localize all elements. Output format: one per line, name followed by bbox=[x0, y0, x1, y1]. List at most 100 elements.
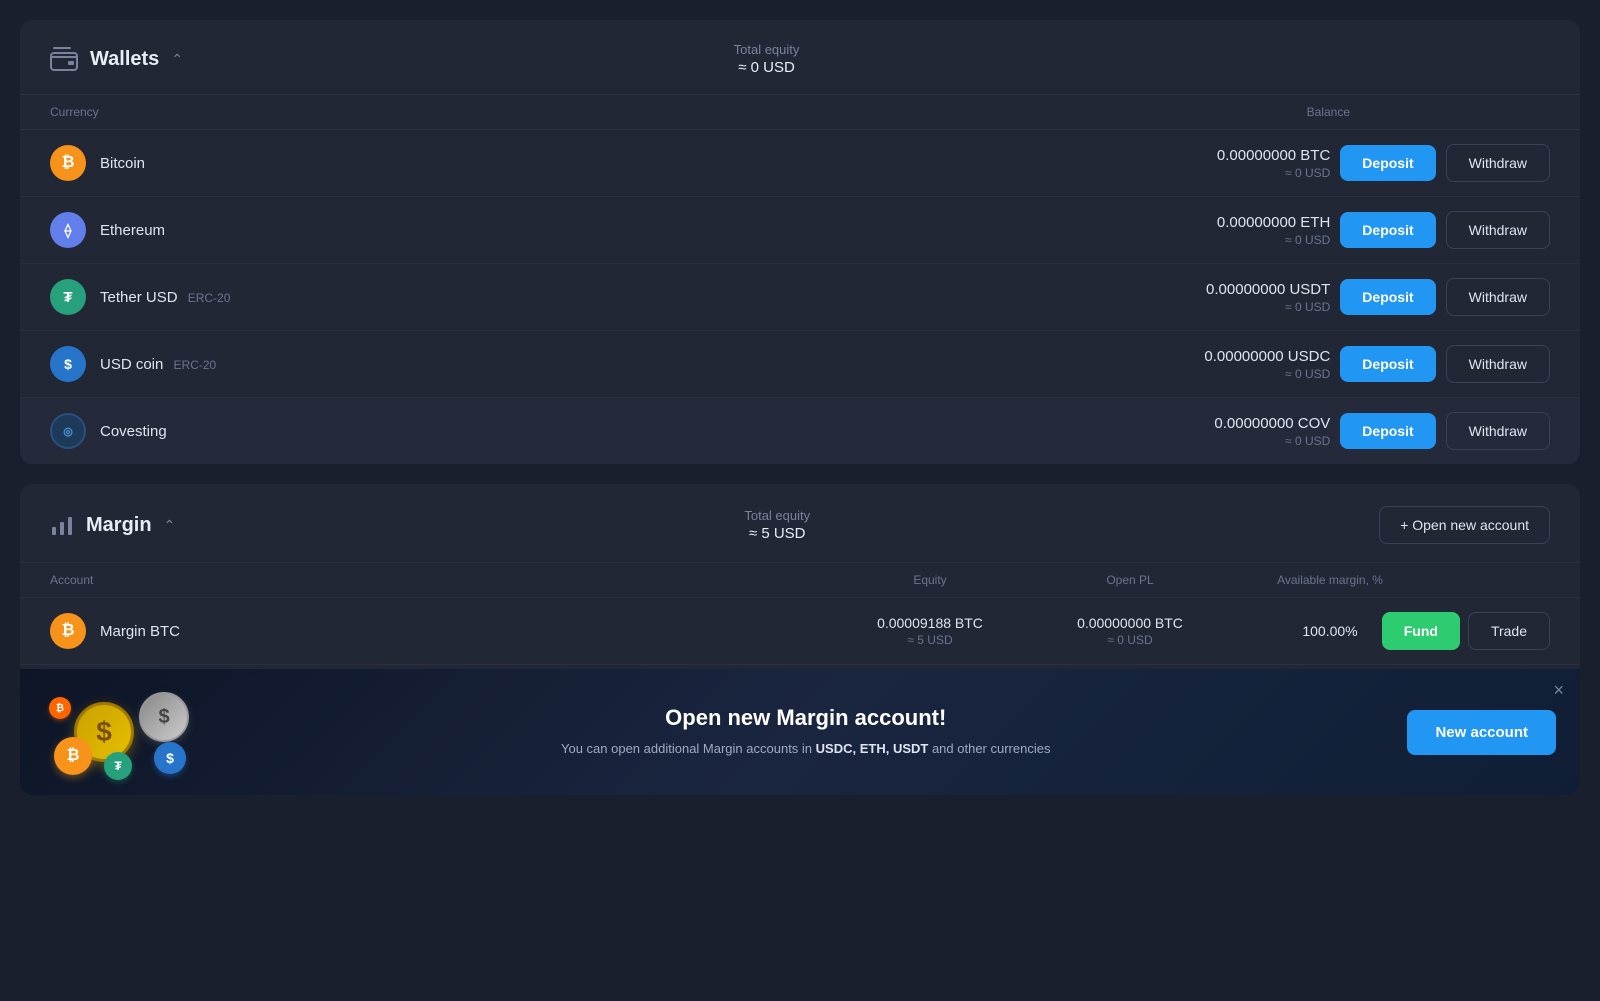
cov-deposit-button[interactable]: Deposit bbox=[1340, 413, 1435, 449]
promo-currencies: USDC, ETH, USDT bbox=[816, 741, 929, 756]
usdt-icon: ₮ bbox=[50, 279, 86, 315]
usdt-deposit-button[interactable]: Deposit bbox=[1340, 279, 1435, 315]
table-row: ⟠ Ethereum 0.00000000 ETH ≈ 0 USD Deposi… bbox=[20, 197, 1580, 264]
promo-banner: × ₿ $ $ ₿ $ ₮ Open new Margin account! Y… bbox=[20, 669, 1580, 795]
margin-btc-trade-button[interactable]: Trade bbox=[1468, 612, 1550, 650]
wallets-table-header: Currency Balance bbox=[20, 95, 1580, 130]
usdc-balance-main: 0.00000000 USDC bbox=[1204, 348, 1330, 365]
table-row: $ USD coin ERC-20 0.00000000 USDC ≈ 0 US… bbox=[20, 331, 1580, 398]
margin-col-actions bbox=[1430, 573, 1550, 587]
margin-header: Margin ⌃ Total equity ≈ 5 USD + Open new… bbox=[20, 484, 1580, 563]
eth-balance-main: 0.00000000 ETH bbox=[1217, 214, 1330, 231]
eth-withdraw-button[interactable]: Withdraw bbox=[1446, 211, 1550, 249]
currency-info-eth: ⟠ Ethereum bbox=[50, 212, 1201, 248]
eth-actions: 0.00000000 ETH ≈ 0 USD Deposit Withdraw bbox=[1217, 211, 1550, 249]
margin-title: Margin bbox=[86, 514, 152, 537]
promo-close-button[interactable]: × bbox=[1553, 681, 1564, 699]
margin-btc-equity: 0.00009188 BTC ≈ 5 USD bbox=[830, 615, 1030, 647]
new-account-button[interactable]: New account bbox=[1407, 710, 1556, 755]
wallet-icon bbox=[50, 47, 78, 71]
margin-btc-icon: ₿ bbox=[50, 613, 86, 649]
currency-name-eth: Ethereum bbox=[100, 222, 165, 239]
usdt-actions: 0.00000000 USDT ≈ 0 USD Deposit Withdraw bbox=[1206, 278, 1550, 316]
margin-header-left: Margin ⌃ bbox=[50, 513, 175, 537]
margin-icon bbox=[50, 513, 74, 537]
coin-silver-icon: $ bbox=[139, 692, 189, 742]
btc-balance: 0.00000000 BTC ≈ 0 USD bbox=[1217, 147, 1330, 180]
table-row: ₿ Bitcoin 0.00000000 BTC ≈ 0 USD Deposit… bbox=[20, 130, 1580, 197]
currency-name-usdt: Tether USD ERC-20 bbox=[100, 289, 230, 306]
cov-balance-main: 0.00000000 COV bbox=[1214, 415, 1330, 432]
eth-deposit-button[interactable]: Deposit bbox=[1340, 212, 1435, 248]
btc-balance-main: 0.00000000 BTC bbox=[1217, 147, 1330, 164]
usdc-icon: $ bbox=[50, 346, 86, 382]
wallets-equity-value: ≈ 0 USD bbox=[734, 59, 800, 76]
margin-btc-info: ₿ Margin BTC bbox=[50, 613, 830, 649]
wallets-equity-label: Total equity bbox=[734, 42, 800, 57]
wallets-header: Wallets ⌃ Total equity ≈ 0 USD bbox=[20, 20, 1580, 95]
usdt-balance: 0.00000000 USDT ≈ 0 USD bbox=[1206, 281, 1330, 314]
margin-btc-pl-main: 0.00000000 BTC bbox=[1030, 615, 1230, 631]
wallets-equity-center: Total equity ≈ 0 USD bbox=[734, 42, 800, 76]
wallets-col-balance: Balance bbox=[1307, 105, 1550, 119]
currency-name-btc: Bitcoin bbox=[100, 155, 145, 172]
margin-table-header: Account Equity Open PL Available margin,… bbox=[20, 563, 1580, 598]
open-new-account-button[interactable]: + Open new account bbox=[1379, 506, 1550, 544]
margin-equity-center: Total equity ≈ 5 USD bbox=[744, 508, 810, 542]
cov-balance: 0.00000000 COV ≈ 0 USD bbox=[1214, 415, 1330, 448]
margin-col-account: Account bbox=[50, 573, 830, 587]
wallets-header-left: Wallets ⌃ bbox=[50, 47, 183, 71]
table-row: ₿ Margin BTC 0.00009188 BTC ≈ 5 USD 0.00… bbox=[20, 598, 1580, 665]
currency-name-cov: Covesting bbox=[100, 423, 167, 440]
btc-actions: 0.00000000 BTC ≈ 0 USD Deposit Withdraw bbox=[1217, 144, 1550, 182]
currency-info-btc: ₿ Bitcoin bbox=[50, 145, 1201, 181]
cov-icon: ◎ bbox=[50, 413, 86, 449]
table-row: ₮ Tether USD ERC-20 0.00000000 USDT ≈ 0 … bbox=[20, 264, 1580, 331]
margin-btc-pl-usd: ≈ 0 USD bbox=[1030, 633, 1230, 647]
wallets-panel: Wallets ⌃ Total equity ≈ 0 USD Currency … bbox=[20, 20, 1580, 464]
usdc-deposit-button[interactable]: Deposit bbox=[1340, 346, 1435, 382]
margin-btc-fund-button[interactable]: Fund bbox=[1382, 612, 1460, 650]
promo-title: Open new Margin account! bbox=[224, 705, 1387, 731]
currency-name-usdc: USD coin ERC-20 bbox=[100, 356, 216, 373]
promo-content: Open new Margin account! You can open ad… bbox=[224, 705, 1387, 759]
margin-btc-open-pl: 0.00000000 BTC ≈ 0 USD bbox=[1030, 615, 1230, 647]
btc-balance-usd: ≈ 0 USD bbox=[1217, 166, 1330, 180]
wallets-chevron-icon[interactable]: ⌃ bbox=[171, 51, 183, 68]
margin-equity-value: ≈ 5 USD bbox=[744, 525, 810, 542]
usdt-withdraw-button[interactable]: Withdraw bbox=[1446, 278, 1550, 316]
table-row: ◎ Covesting 0.00000000 COV ≈ 0 USD Depos… bbox=[20, 398, 1580, 464]
currency-info-usdt: ₮ Tether USD ERC-20 bbox=[50, 279, 1190, 315]
margin-chevron-icon[interactable]: ⌃ bbox=[164, 517, 176, 534]
usdc-tag: ERC-20 bbox=[174, 358, 217, 372]
wallets-col-currency: Currency bbox=[50, 105, 1307, 119]
currency-info-usdc: $ USD coin ERC-20 bbox=[50, 346, 1188, 382]
wallets-title: Wallets bbox=[90, 48, 159, 71]
margin-panel: Margin ⌃ Total equity ≈ 5 USD + Open new… bbox=[20, 484, 1580, 795]
margin-col-available-margin: Available margin, % bbox=[1230, 573, 1430, 587]
cov-actions: 0.00000000 COV ≈ 0 USD Deposit Withdraw bbox=[1214, 412, 1550, 450]
coin-small-orange-icon: ₿ bbox=[49, 697, 71, 719]
margin-btc-actions: Fund Trade bbox=[1430, 612, 1550, 650]
margin-col-equity: Equity bbox=[830, 573, 1030, 587]
currency-info-cov: ◎ Covesting bbox=[50, 413, 1198, 449]
coin-btc-icon: ₿ bbox=[54, 737, 92, 775]
usdt-tag: ERC-20 bbox=[188, 291, 231, 305]
usdc-balance: 0.00000000 USDC ≈ 0 USD bbox=[1204, 348, 1330, 381]
eth-icon: ⟠ bbox=[50, 212, 86, 248]
margin-equity-label: Total equity bbox=[744, 508, 810, 523]
usdc-withdraw-button[interactable]: Withdraw bbox=[1446, 345, 1550, 383]
promo-coins-image: ₿ $ $ ₿ $ ₮ bbox=[44, 687, 204, 777]
promo-description: You can open additional Margin accounts … bbox=[224, 739, 1387, 759]
margin-col-open-pl: Open PL bbox=[1030, 573, 1230, 587]
usdc-actions: 0.00000000 USDC ≈ 0 USD Deposit Withdraw bbox=[1204, 345, 1550, 383]
btc-withdraw-button[interactable]: Withdraw bbox=[1446, 144, 1550, 182]
margin-btc-equity-usd: ≈ 5 USD bbox=[830, 633, 1030, 647]
btc-deposit-button[interactable]: Deposit bbox=[1340, 145, 1435, 181]
usdt-balance-usd: ≈ 0 USD bbox=[1206, 300, 1330, 314]
cov-withdraw-button[interactable]: Withdraw bbox=[1446, 412, 1550, 450]
cov-balance-usd: ≈ 0 USD bbox=[1214, 434, 1330, 448]
usdt-balance-main: 0.00000000 USDT bbox=[1206, 281, 1330, 298]
eth-balance-usd: ≈ 0 USD bbox=[1217, 233, 1330, 247]
margin-btc-equity-main: 0.00009188 BTC bbox=[830, 615, 1030, 631]
